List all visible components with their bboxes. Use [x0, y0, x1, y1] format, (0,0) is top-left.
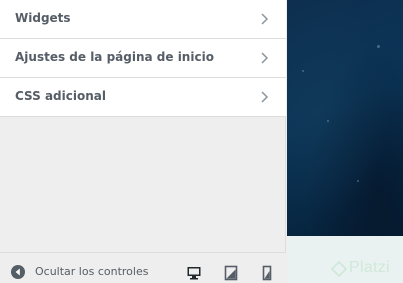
site-preview: Platzi	[287, 0, 403, 283]
mobile-icon[interactable]	[259, 265, 275, 281]
collapse-controls-label: Ocultar los controles	[35, 265, 149, 278]
chevron-right-icon	[261, 13, 269, 25]
menu-item-label: Ajustes de la página de inicio	[15, 50, 214, 64]
preview-logo-text: Platzi	[349, 259, 390, 276]
platzi-logo-icon	[331, 261, 347, 277]
desktop-icon[interactable]	[186, 265, 202, 281]
menu-item-additional-css[interactable]: CSS adicional	[0, 78, 286, 117]
menu-item-widgets[interactable]: Widgets	[0, 0, 286, 39]
preview-hero-image	[287, 0, 403, 236]
chevron-right-icon	[261, 91, 269, 103]
menu-item-label: Widgets	[15, 11, 71, 25]
menu-item-label: CSS adicional	[15, 89, 106, 103]
customizer-screen: Widgets Ajustes de la página de inicio C…	[0, 0, 403, 283]
menu-item-homepage-settings[interactable]: Ajustes de la página de inicio	[0, 39, 286, 78]
customizer-footer: Ocultar los controles	[0, 252, 286, 283]
tablet-icon[interactable]	[223, 265, 239, 281]
chevron-right-icon	[261, 52, 269, 64]
collapse-arrow-icon	[11, 265, 25, 279]
customizer-panel: Widgets Ajustes de la página de inicio C…	[0, 0, 286, 283]
